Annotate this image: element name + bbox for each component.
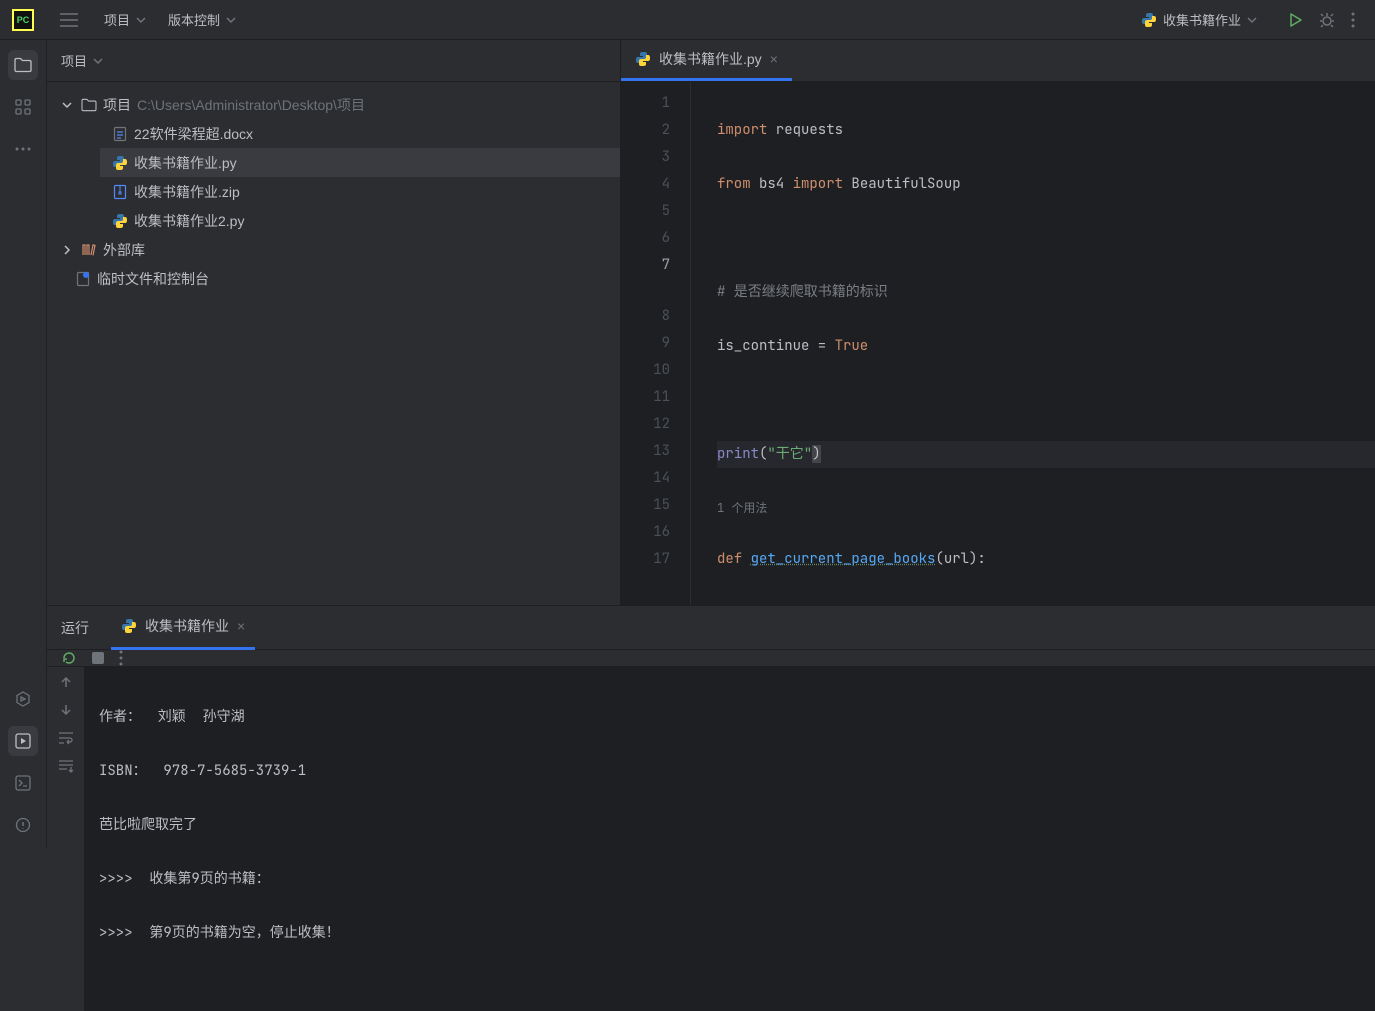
run-panel-tabs: 运行 收集书籍作业 ×	[47, 606, 1375, 650]
rerun-button[interactable]	[61, 650, 77, 666]
run-button[interactable]	[1287, 12, 1303, 28]
run-tab-label: 收集书籍作业	[145, 616, 229, 636]
left-toolbar	[0, 40, 47, 848]
tree-file-docx[interactable]: 22软件梁程超.docx	[100, 119, 620, 148]
pycharm-logo-icon: PC	[12, 9, 34, 31]
run-config-name: 收集书籍作业	[1163, 10, 1241, 29]
scroll-to-end-button[interactable]	[58, 759, 74, 773]
stop-button[interactable]	[91, 651, 105, 665]
tree-file-py1[interactable]: 收集书籍作业.py	[100, 148, 620, 177]
library-icon	[81, 243, 97, 257]
tree-file-zip[interactable]: 收集书籍作业.zip	[100, 177, 620, 206]
chevron-down-icon	[93, 56, 103, 66]
chevron-down-icon	[62, 100, 72, 110]
tree-extlibs-label: 外部库	[103, 240, 145, 260]
titlebar: PC 项目 版本控制 收集书籍作业	[0, 0, 1375, 40]
close-icon[interactable]: ×	[237, 618, 245, 634]
usages-inlay[interactable]: 1 个用法	[717, 500, 767, 516]
tree-root-label: 项目	[103, 95, 131, 115]
editor-body[interactable]: 1234567 891011121314151617 import reques…	[621, 82, 1375, 605]
run-panel-title: 运行	[61, 618, 89, 638]
console-line: >>>> 第9页的书籍为空，停止收集！	[99, 920, 1361, 947]
code-area[interactable]: import requests from bs4 import Beautifu…	[691, 82, 1375, 605]
more-actions-button[interactable]	[119, 650, 123, 666]
folder-icon	[81, 98, 97, 112]
problems-tool-button[interactable]	[8, 810, 38, 840]
project-tool-button[interactable]	[8, 50, 38, 80]
close-icon[interactable]: ×	[770, 51, 778, 67]
console-side-toolbar	[47, 667, 85, 1011]
project-pane: 项目 项目 C:\Users\Administrator\Desktop\项目 …	[47, 40, 621, 605]
menu-vcs[interactable]: 版本控制	[168, 10, 236, 29]
services-tool-button[interactable]	[8, 684, 38, 714]
python-icon	[1141, 12, 1157, 28]
console-line: >>>> 收集第9页的书籍：	[99, 866, 1361, 893]
structure-tool-button[interactable]	[8, 92, 38, 122]
menu-project[interactable]: 项目	[104, 10, 146, 29]
run-panel: 运行 收集书籍作业 × 作者： 刘颖 孙守湖	[47, 606, 1375, 848]
python-icon	[121, 618, 137, 634]
soft-wrap-button[interactable]	[58, 731, 74, 745]
menu-vcs-label: 版本控制	[168, 10, 220, 29]
tree-file-label: 收集书籍作业.py	[134, 153, 237, 173]
console-line: 作者： 刘颖 孙守湖	[99, 704, 1361, 731]
doc-icon	[112, 126, 128, 142]
terminal-tool-button[interactable]	[8, 768, 38, 798]
scroll-up-button[interactable]	[59, 675, 73, 689]
run-tab[interactable]: 收集书籍作业 ×	[111, 606, 255, 650]
run-tool-button[interactable]	[8, 726, 38, 756]
more-tool-button[interactable]	[8, 134, 38, 164]
chevron-down-icon	[1247, 15, 1257, 25]
main-menu-button[interactable]	[60, 13, 78, 27]
tree-scratches[interactable]: 临时文件和控制台	[47, 264, 620, 293]
menu-project-label: 项目	[104, 10, 130, 29]
python-icon	[635, 51, 651, 67]
tree-scratches-label: 临时文件和控制台	[97, 269, 209, 289]
chevron-down-icon	[136, 15, 146, 25]
python-icon	[112, 155, 128, 171]
console-line: ISBN： 978-7-5685-3739-1	[99, 758, 1361, 785]
editor-pane: 收集书籍作业.py × 1234567 891011121314151617 i…	[621, 40, 1375, 605]
archive-icon	[112, 184, 128, 200]
editor-tab-label: 收集书籍作业.py	[659, 49, 762, 69]
tree-file-label: 收集书籍作业2.py	[134, 211, 244, 231]
editor-tab[interactable]: 收集书籍作业.py ×	[621, 39, 792, 81]
gutter: 1234567 891011121314151617	[621, 82, 691, 605]
tree-file-py2[interactable]: 收集书籍作业2.py	[100, 206, 620, 235]
tree-root[interactable]: 项目 C:\Users\Administrator\Desktop\项目	[47, 90, 620, 119]
run-toolbar	[47, 650, 1375, 667]
tree-root-path: C:\Users\Administrator\Desktop\项目	[137, 95, 365, 115]
tree-file-label: 22软件梁程超.docx	[134, 124, 253, 144]
debug-button[interactable]	[1319, 12, 1335, 28]
more-button[interactable]	[1351, 12, 1355, 28]
project-pane-header[interactable]: 项目	[47, 40, 620, 82]
scroll-down-button[interactable]	[59, 703, 73, 717]
run-config-selector[interactable]: 收集书籍作业	[1141, 10, 1257, 29]
editor-tab-bar: 收集书籍作业.py ×	[621, 40, 1375, 82]
tree-file-label: 收集书籍作业.zip	[134, 182, 240, 202]
python-icon	[112, 213, 128, 229]
project-tree: 项目 C:\Users\Administrator\Desktop\项目 22软…	[47, 82, 620, 293]
console-output[interactable]: 作者： 刘颖 孙守湖 ISBN： 978-7-5685-3739-1 芭比啦爬取…	[85, 667, 1375, 1011]
console-line: 芭比啦爬取完了	[99, 812, 1361, 839]
scratch-icon	[75, 271, 91, 287]
chevron-down-icon	[226, 15, 236, 25]
tree-external-libs[interactable]: 外部库	[47, 235, 620, 264]
chevron-right-icon	[62, 245, 72, 255]
project-pane-title: 项目	[61, 51, 87, 70]
